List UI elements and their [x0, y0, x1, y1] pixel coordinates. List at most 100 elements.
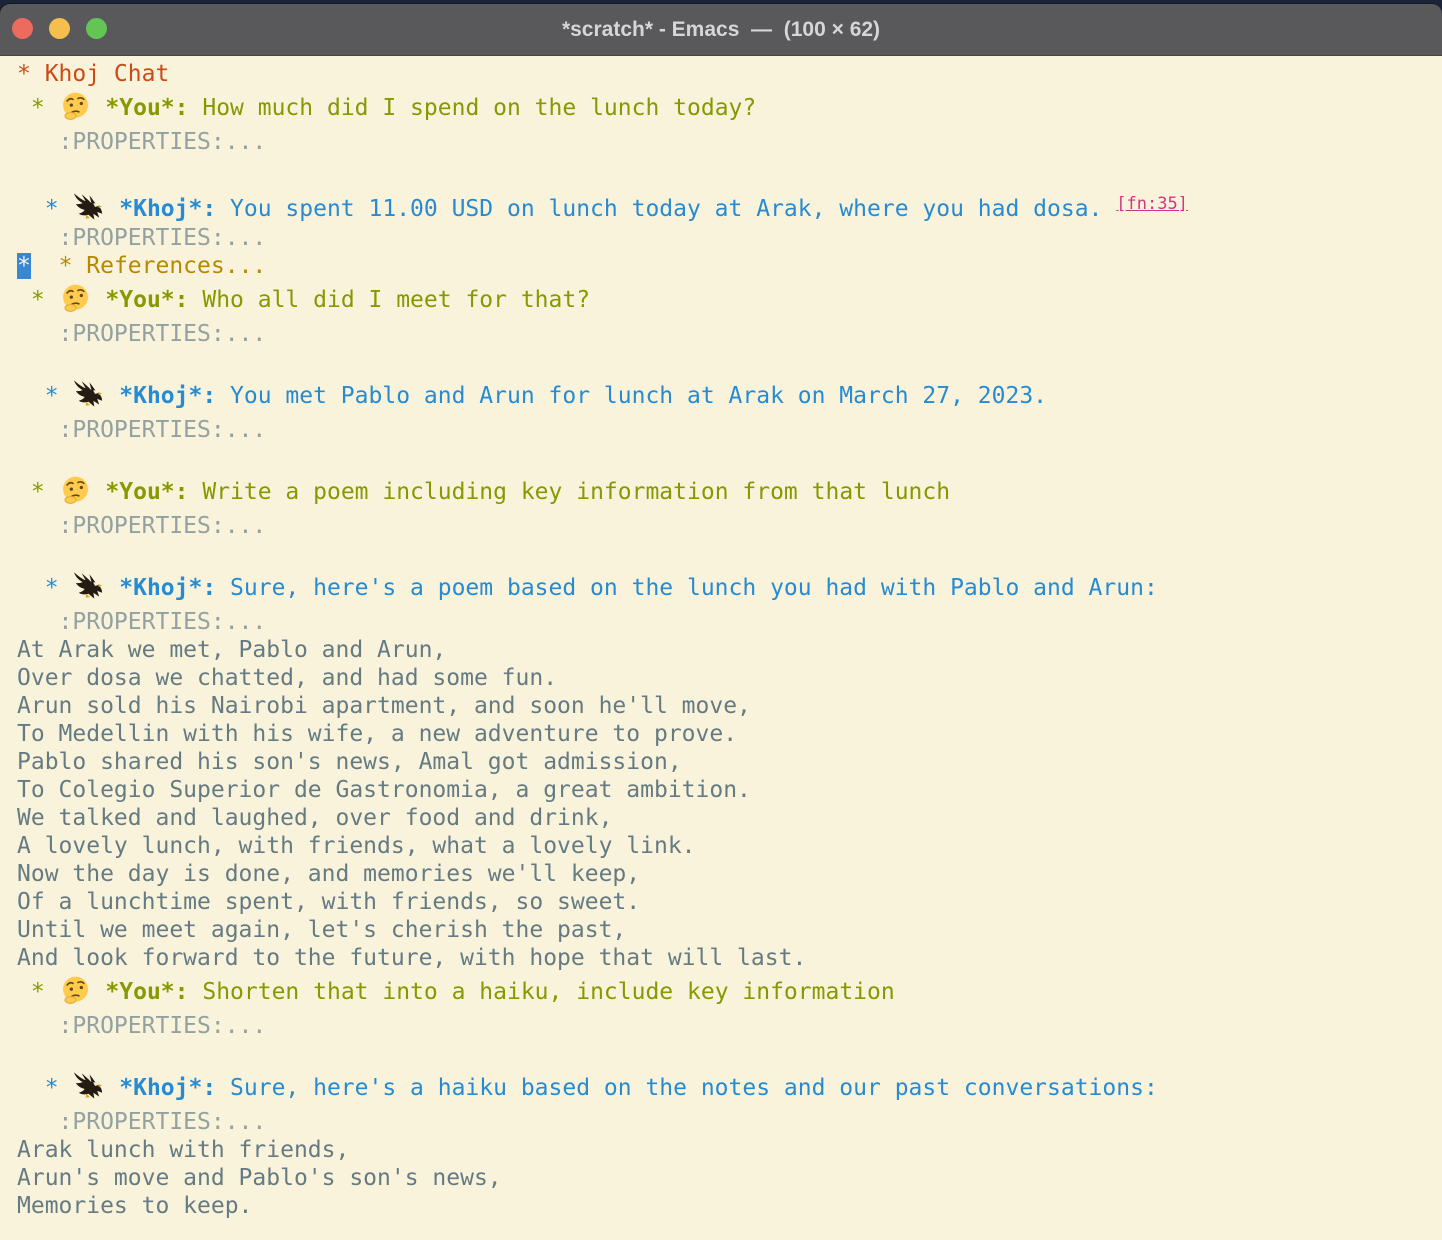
message-text: Who all did I meet for that? [189, 287, 591, 313]
buffer-line[interactable]: * *You*: How much did I spend on the lun… [17, 88, 1442, 128]
buffer-line[interactable] [17, 156, 1442, 184]
poem-line: To Colegio Superior de Gastronomia, a gr… [17, 777, 751, 803]
buffer-line[interactable]: Until we meet again, let's cherish the p… [17, 916, 1442, 944]
poem-line: Over dosa we chatted, and had some fun. [17, 665, 557, 691]
speaker-you-label: *You*: [105, 95, 188, 121]
text-run [31, 253, 59, 279]
buffer-line[interactable]: A lovely lunch, with friends, what a lov… [17, 832, 1442, 860]
haiku-line: Memories to keep. [17, 1193, 252, 1219]
buffer-line[interactable]: We talked and laughed, over food and dri… [17, 804, 1442, 832]
thinking-face-icon [59, 283, 92, 313]
text-run [92, 979, 106, 1005]
message-text: Sure, here's a poem based on the lunch y… [216, 575, 1158, 601]
buffer-line[interactable]: * Khoj Chat [17, 60, 1442, 88]
khoj-bird-icon [72, 192, 105, 222]
poem-line: A lovely lunch, with friends, what a lov… [17, 833, 696, 859]
buffer-line[interactable]: * *You*: Shorten that into a haiku, incl… [17, 972, 1442, 1012]
haiku-line: Arak lunch with friends, [17, 1137, 349, 1163]
buffer-line[interactable]: To Colegio Superior de Gastronomia, a gr… [17, 776, 1442, 804]
buffer-line[interactable]: * *You*: Who all did I meet for that? [17, 280, 1442, 320]
properties-drawer-folded[interactable]: :PROPERTIES:... [17, 225, 266, 251]
buffer-line[interactable]: At Arak we met, Pablo and Arun, [17, 636, 1442, 664]
buffer-line[interactable] [17, 1040, 1442, 1068]
buffer-line[interactable]: Over dosa we chatted, and had some fun. [17, 664, 1442, 692]
buffer-line[interactable]: To Medellin with his wife, a new adventu… [17, 720, 1442, 748]
editor-buffer[interactable]: * Khoj Chat * *You*: How much did I spen… [0, 56, 1442, 1240]
poem-line: And look forward to the future, with hop… [17, 945, 806, 971]
poem-line: Of a lunchtime spent, with friends, so s… [17, 889, 640, 915]
titlebar[interactable]: *scratch* - Emacs — (100 × 62) [0, 4, 1442, 56]
text-run: * [17, 1075, 72, 1101]
buffer-line[interactable]: :PROPERTIES:... [17, 224, 1442, 252]
properties-drawer-folded[interactable]: :PROPERTIES:... [17, 129, 266, 155]
buffer-line[interactable]: * *Khoj*: You spent 11.00 USD on lunch t… [17, 184, 1442, 224]
text-run [105, 575, 119, 601]
message-text: Sure, here's a haiku based on the notes … [216, 1075, 1158, 1101]
buffer-line[interactable]: :PROPERTIES:... [17, 1108, 1442, 1136]
properties-drawer-folded[interactable]: :PROPERTIES:... [17, 609, 266, 635]
buffer-line[interactable]: :PROPERTIES:... [17, 128, 1442, 156]
message-text: Write a poem including key information f… [189, 479, 951, 505]
buffer-line[interactable]: :PROPERTIES:... [17, 320, 1442, 348]
poem-line: Until we meet again, let's cherish the p… [17, 917, 626, 943]
properties-drawer-folded[interactable]: :PROPERTIES:... [17, 1109, 266, 1135]
footnote-link[interactable]: [fn:35] [1116, 194, 1188, 214]
poem-line: To Medellin with his wife, a new adventu… [17, 721, 737, 747]
buffer-line[interactable]: * * References... [17, 252, 1442, 280]
text-run [105, 196, 119, 222]
text-run: * [17, 95, 59, 121]
speaker-you-label: *You*: [105, 479, 188, 505]
buffer-line[interactable]: * *Khoj*: Sure, here's a poem based on t… [17, 568, 1442, 608]
buffer-line[interactable]: Arun sold his Nairobi apartment, and soo… [17, 692, 1442, 720]
poem-line: At Arak we met, Pablo and Arun, [17, 637, 446, 663]
properties-drawer-folded[interactable]: :PROPERTIES:... [17, 417, 266, 443]
buffer-line[interactable]: * *Khoj*: Sure, here's a haiku based on … [17, 1068, 1442, 1108]
haiku-line: Arun's move and Pablo's son's news, [17, 1165, 502, 1191]
text-run [92, 95, 106, 121]
buffer-line[interactable]: Arun's move and Pablo's son's news, [17, 1164, 1442, 1192]
text-run: * [17, 196, 72, 222]
buffer-line[interactable]: And look forward to the future, with hop… [17, 944, 1442, 972]
khoj-bird-icon [72, 379, 105, 409]
buffer-line[interactable] [17, 348, 1442, 376]
message-text: Shorten that into a haiku, include key i… [189, 979, 895, 1005]
buffer-line[interactable]: :PROPERTIES:... [17, 512, 1442, 540]
buffer-line[interactable]: Of a lunchtime spent, with friends, so s… [17, 888, 1442, 916]
poem-line: Now the day is done, and memories we'll … [17, 861, 640, 887]
properties-drawer-folded[interactable]: :PROPERTIES:... [17, 321, 266, 347]
buffer-line[interactable] [17, 540, 1442, 568]
text-run [105, 383, 119, 409]
properties-drawer-folded[interactable]: :PROPERTIES:... [17, 1013, 266, 1039]
window-title: *scratch* - Emacs — (100 × 62) [0, 4, 1442, 55]
emacs-window: *scratch* - Emacs — (100 × 62) * Khoj Ch… [0, 4, 1442, 1240]
buffer-line[interactable]: * *Khoj*: You met Pablo and Arun for lun… [17, 376, 1442, 416]
buffer-line[interactable]: Now the day is done, and memories we'll … [17, 860, 1442, 888]
buffer-line[interactable]: :PROPERTIES:... [17, 1012, 1442, 1040]
khoj-bird-icon [72, 571, 105, 601]
buffer-line[interactable]: Memories to keep. [17, 1192, 1442, 1220]
speaker-khoj-label: *Khoj*: [119, 196, 216, 222]
message-text: You spent 11.00 USD on lunch today at Ar… [216, 196, 1116, 222]
buffer-line[interactable]: :PROPERTIES:... [17, 416, 1442, 444]
buffer-line[interactable] [17, 444, 1442, 472]
message-text: You met Pablo and Arun for lunch at Arak… [216, 383, 1047, 409]
text-run [105, 1075, 119, 1101]
buffer-line[interactable]: Pablo shared his son's news, Amal got ad… [17, 748, 1442, 776]
references-heading-folded[interactable]: * References... [59, 253, 267, 279]
text-run: * [17, 383, 72, 409]
speaker-khoj-label: *Khoj*: [119, 1075, 216, 1101]
buffer-line[interactable]: * *You*: Write a poem including key info… [17, 472, 1442, 512]
text-run: * [17, 287, 59, 313]
poem-line: Pablo shared his son's news, Amal got ad… [17, 749, 682, 775]
speaker-you-label: *You*: [105, 979, 188, 1005]
speaker-khoj-label: *Khoj*: [119, 575, 216, 601]
buffer-line[interactable]: :PROPERTIES:... [17, 608, 1442, 636]
text-run: * [17, 575, 72, 601]
khoj-bird-icon [72, 1071, 105, 1101]
thinking-face-icon [59, 475, 92, 505]
buffer-line[interactable]: Arak lunch with friends, [17, 1136, 1442, 1164]
properties-drawer-folded[interactable]: :PROPERTIES:... [17, 513, 266, 539]
poem-line: Arun sold his Nairobi apartment, and soo… [17, 693, 751, 719]
text-run: * [17, 479, 59, 505]
text-run [92, 287, 106, 313]
